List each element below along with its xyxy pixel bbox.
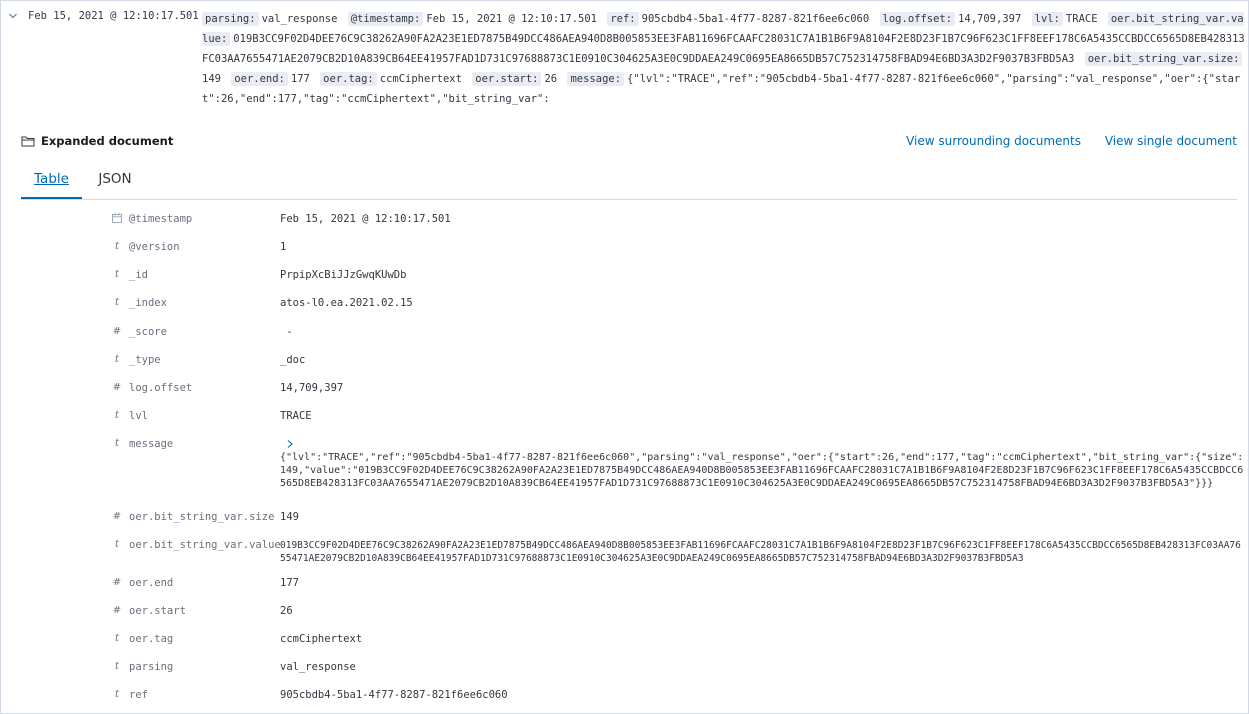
field-value: Feb 15, 2021 @ 12:10:17.501 [280, 213, 451, 225]
field-value: 14,709,397 [280, 382, 344, 394]
field-name[interactable]: _score [129, 326, 167, 338]
discover-document-panel: Feb 15, 2021 @ 12:10:17.501 parsing: val_… [0, 0, 1249, 714]
number-type-icon: # [112, 382, 122, 393]
field-value: TRACE [280, 410, 312, 422]
row-summary: parsing: val_response @timestamp: Feb 15, … [202, 9, 1246, 109]
tab-json[interactable]: JSON [91, 161, 139, 198]
field-value: val_response [280, 661, 356, 673]
string-type-icon: t [114, 241, 120, 252]
field-value: ccmCiphertext [280, 633, 363, 645]
field-name[interactable]: lvl [129, 410, 148, 422]
summary-field-key: oer.start: [472, 72, 542, 86]
string-type-icon: t [114, 661, 120, 672]
field-name[interactable]: oer.end [129, 577, 173, 589]
summary-field-value: 14,709,397 [958, 13, 1022, 25]
field-name[interactable]: oer.bit_string_var.size [129, 511, 274, 523]
field-name[interactable]: parsing [129, 661, 173, 673]
number-type-icon: # [112, 605, 122, 616]
field-value: atos-l0.ea.2021.02.15 [280, 297, 413, 309]
summary-field-key: oer.tag: [320, 72, 377, 86]
field-name[interactable]: log.offset [129, 382, 192, 394]
summary-field-value: 149 [202, 73, 221, 85]
chevron-right-icon[interactable] [285, 438, 295, 450]
folder-icon [21, 136, 35, 147]
field-value: 26 [280, 605, 293, 617]
summary-field-value: Feb 15, 2021 @ 12:10:17.501 [426, 13, 597, 25]
summary-field-value: TRACE [1065, 13, 1098, 25]
string-type-icon: t [114, 269, 120, 280]
field-value: 019B3CC9F02D4DEE76C9C38262A90FA2A23E1ED7… [280, 540, 1241, 564]
view-surrounding-documents-link[interactable]: View surrounding documents [906, 134, 1081, 148]
field-name[interactable]: oer.start [129, 605, 186, 617]
summary-field-key: ref: [607, 12, 639, 26]
summary-field-key: lvl: [1031, 12, 1063, 26]
message-json-text: {"lvl":"TRACE","ref":"905cbdb4-5ba1-4f77… [280, 452, 1244, 489]
summary-field-value: ccmCiphertext [379, 73, 462, 85]
string-type-icon: t [114, 354, 120, 365]
field-name[interactable]: _index [129, 297, 167, 309]
string-type-icon: t [114, 633, 120, 644]
number-type-icon: # [112, 511, 122, 522]
row-timestamp[interactable]: Feb 15, 2021 @ 12:10:17.501 [28, 10, 199, 22]
string-type-icon: t [114, 438, 120, 449]
field-name[interactable]: oer.bit_string_var.value [129, 539, 281, 551]
number-type-icon: # [112, 577, 122, 588]
string-type-icon: t [114, 297, 120, 308]
field-value: PrpipXcBiJJzGwqKUwDb [280, 269, 407, 281]
document-row: Feb 15, 2021 @ 12:10:17.501 parsing: val_… [1, 1, 1248, 113]
string-type-icon: t [114, 689, 120, 700]
tab-table[interactable]: Table [21, 161, 82, 199]
expanded-document-header: Expanded document View surrounding docum… [21, 133, 1237, 151]
field-name[interactable]: @timestamp [129, 213, 192, 225]
field-name[interactable]: _id [129, 269, 148, 281]
field-name[interactable]: ref [129, 689, 148, 701]
field-name[interactable]: _type [129, 354, 161, 366]
field-value: 1 [280, 241, 287, 253]
document-view-tabs: Table JSON [21, 161, 1237, 200]
summary-field-value: 26 [544, 73, 558, 85]
view-single-document-link[interactable]: View single document [1105, 134, 1237, 148]
field-value: - [280, 326, 293, 338]
summary-field-value: 905cbdb4-5ba1-4f77-8287-821f6ee6c060 [641, 13, 870, 25]
expanded-document-title: Expanded document [41, 134, 174, 148]
string-type-icon: t [114, 539, 120, 550]
field-value: {"lvl":"TRACE","ref":"905cbdb4-5ba1-4f77… [280, 438, 1244, 490]
field-name[interactable]: @version [129, 241, 180, 253]
field-value: 905cbdb4-5ba1-4f77-8287-821f6ee6c060 [280, 689, 508, 701]
calendar-icon [111, 213, 123, 225]
summary-field-value: 177 [290, 73, 310, 85]
summary-field-key: log.offset: [879, 12, 956, 26]
summary-field-key: message: [567, 72, 625, 86]
summary-field-key: @timestamp: [347, 12, 424, 26]
field-name[interactable]: oer.tag [129, 633, 173, 645]
expanded-document-links: View surrounding documents View single d… [906, 134, 1237, 148]
summary-field-key: parsing: [202, 12, 259, 26]
summary-field-value: val_response [261, 13, 338, 25]
field-value: 149 [280, 511, 299, 523]
field-name[interactable]: message [129, 438, 173, 450]
field-value: _doc [280, 354, 306, 366]
field-value: 177 [280, 577, 299, 589]
summary-field-key: oer.bit_string_var.size: [1084, 52, 1243, 66]
string-type-icon: t [114, 410, 120, 421]
summary-field-key: oer.end: [231, 72, 288, 86]
chevron-down-icon[interactable] [7, 10, 19, 22]
number-type-icon: # [112, 326, 122, 337]
